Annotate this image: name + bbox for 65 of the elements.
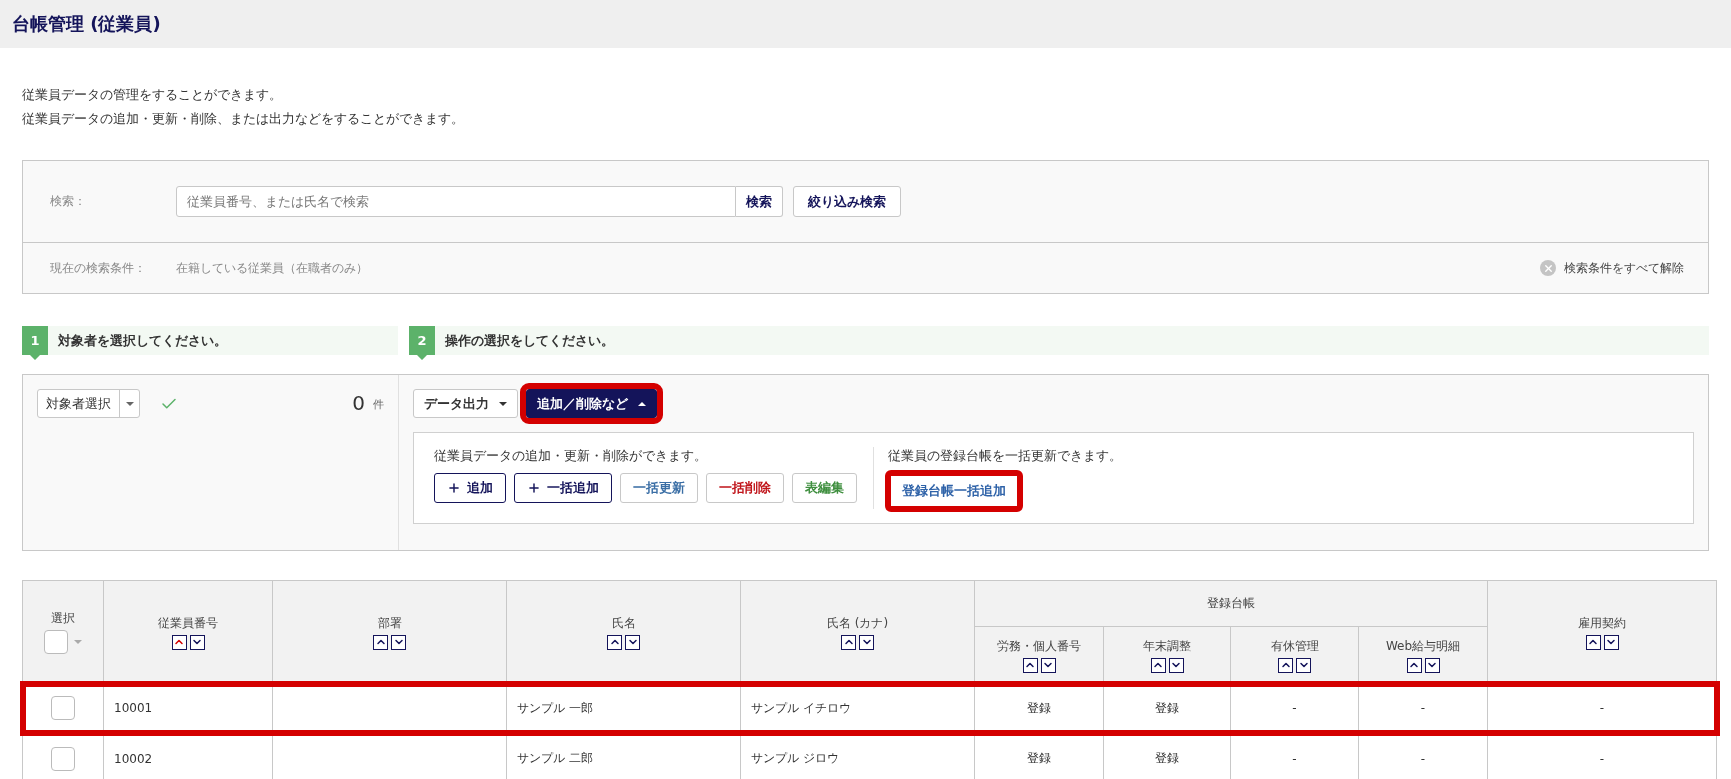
row-checkbox[interactable] (51, 696, 75, 720)
column-header: 選択 (22, 580, 104, 684)
conditions-label: 現在の検索条件： (50, 259, 147, 277)
column-header: Web給与明細 (1358, 626, 1488, 684)
filter-search-button[interactable]: 絞り込み検索 (793, 186, 901, 217)
sort-ascending-button[interactable] (841, 634, 856, 650)
step-number-badge: 2 (409, 326, 435, 360)
column-header: 部署 (272, 580, 507, 684)
sort-descending-button[interactable] (1424, 657, 1440, 673)
caret-icon (125, 401, 134, 406)
plus-icon (527, 481, 541, 495)
description-text: 従業員データの管理をすることができます。 (22, 86, 283, 104)
clear-conditions-link[interactable]: 検索条件をすべて解除 (1540, 259, 1684, 277)
action-button[interactable]: 追加 (434, 473, 506, 503)
column-header: 従業員番号 (103, 580, 273, 684)
target-select-dropdown[interactable]: 対象者選択 (37, 389, 140, 418)
action-button[interactable]: 一括削除 (706, 473, 784, 503)
plus-icon (447, 481, 461, 495)
sort-descending-button[interactable] (189, 634, 205, 650)
caret-icon (499, 401, 507, 406)
select-all-checkbox[interactable] (44, 630, 68, 654)
sort-ascending-button[interactable] (1406, 657, 1422, 673)
menu-button[interactable]: データ出力 (413, 389, 518, 418)
caret-icon (638, 401, 646, 406)
sort-descending-button[interactable] (859, 634, 874, 650)
search-button[interactable]: 検索 (736, 186, 783, 217)
sort-ascending-button[interactable] (607, 634, 622, 650)
sort-ascending-button[interactable] (373, 634, 388, 650)
column-header: 有休管理 (1230, 626, 1359, 684)
selected-count: 0 (352, 390, 365, 417)
group-description: 従業員データの追加・更新・削除ができます。 (434, 447, 708, 465)
step-label: 対象者を選択してください。 (58, 332, 227, 350)
sort-descending-button[interactable] (1296, 657, 1311, 673)
step-label: 操作の選択をしてください。 (445, 332, 614, 350)
search-label: 検索： (50, 193, 87, 210)
action-button[interactable]: 登録台帳一括追加 (888, 473, 1020, 509)
sort-descending-button[interactable] (1603, 634, 1619, 650)
action-button[interactable]: 表編集 (792, 473, 857, 503)
action-button[interactable]: 一括更新 (620, 473, 698, 503)
count-unit: 件 (373, 397, 384, 413)
conditions-value: 在籍している従業員（在職者のみ） (176, 259, 368, 277)
column-header: 労務・個人番号 (974, 626, 1104, 684)
action-button[interactable]: 一括追加 (514, 473, 612, 503)
sort-ascending-button[interactable] (1585, 634, 1601, 650)
close-icon (1540, 260, 1556, 276)
search-field[interactable]: 従業員番号、または氏名で検索 (176, 186, 736, 217)
sort-descending-button[interactable] (1040, 657, 1056, 673)
sort-descending-button[interactable] (391, 634, 406, 650)
sort-ascending-button[interactable] (1278, 657, 1293, 673)
page-title: 台帳管理 (従業員) (12, 12, 161, 36)
sort-ascending-button[interactable] (1022, 657, 1038, 673)
column-group-header: 登録台帳 (974, 580, 1488, 627)
column-header: 氏名 (506, 580, 741, 684)
step-number-badge: 1 (22, 326, 48, 360)
column-header: 氏名 (カナ) (740, 580, 975, 684)
caret-icon (74, 640, 82, 644)
sort-ascending-button[interactable] (171, 634, 187, 650)
sort-descending-button[interactable] (625, 634, 640, 650)
row-checkbox[interactable] (51, 746, 75, 771)
column-header: 年末調整 (1103, 626, 1231, 684)
sort-descending-button[interactable] (1168, 657, 1184, 673)
column-header: 雇用契約 (1487, 580, 1717, 684)
description-text: 従業員データの追加・更新・削除、または出力などをすることができます。 (22, 110, 465, 128)
sort-ascending-button[interactable] (1150, 657, 1166, 673)
group-description: 従業員の登録台帳を一括更新できます。 (888, 447, 1122, 465)
